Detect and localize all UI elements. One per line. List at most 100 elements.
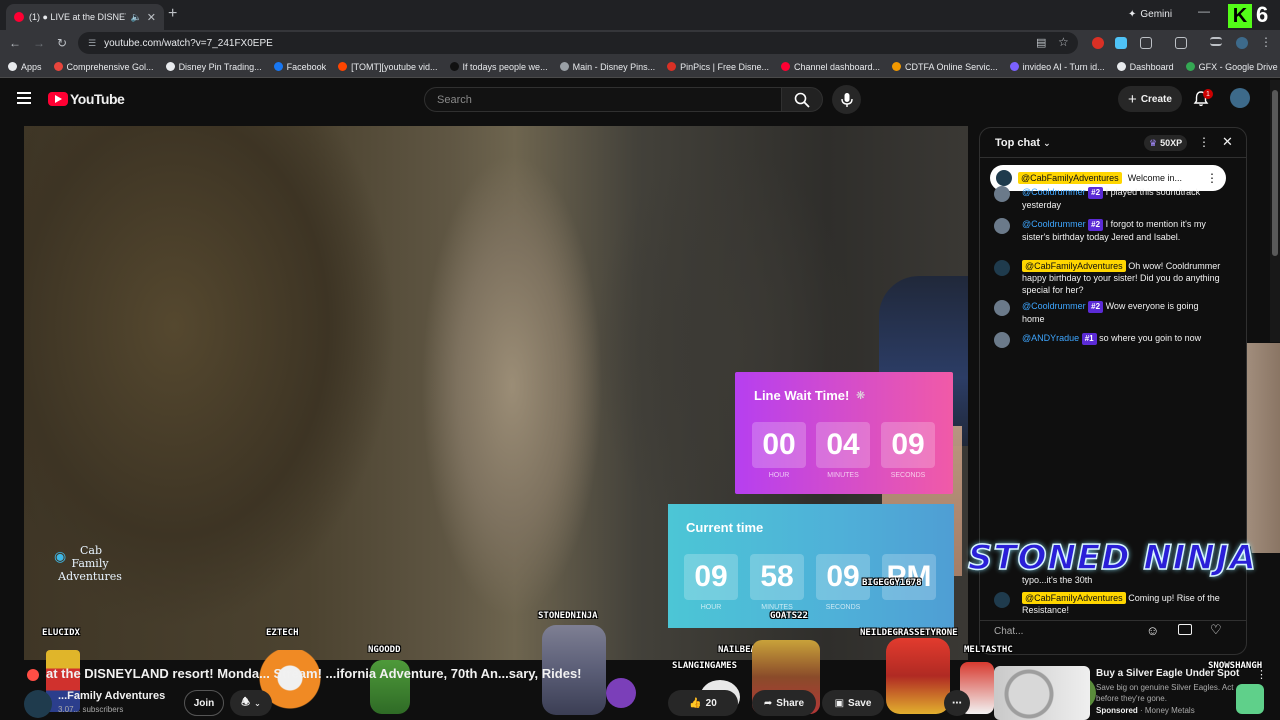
account-avatar[interactable] xyxy=(1230,88,1250,108)
voice-search-button[interactable] xyxy=(832,85,861,114)
bookmark-item[interactable]: Dashboard xyxy=(1116,62,1174,72)
pinned-handle: @CabFamilyAdventures xyxy=(1018,172,1122,184)
bookmark-favicon-icon xyxy=(1116,62,1126,71)
location-pin-icon: ◉ xyxy=(54,548,67,564)
chat-input[interactable]: Chat... xyxy=(994,626,1144,637)
bookmark-item[interactable]: Channel dashboard... xyxy=(780,62,880,72)
chat-rank-badge: #2 xyxy=(1088,187,1104,199)
reload-icon[interactable]: ↻ xyxy=(55,36,69,50)
share-button[interactable]: ➦ Share xyxy=(752,690,816,716)
sponsored-ad[interactable]: Buy a Silver Eagle Under Spot Save big o… xyxy=(994,666,1270,720)
browser-tab[interactable]: (1) ● LIVE at the DISNEYLAND 🔈 ✕ xyxy=(6,4,164,30)
install-app-icon[interactable]: ▤ xyxy=(1036,36,1046,49)
bookmark-item[interactable]: Comprehensive Gol... xyxy=(53,61,154,72)
create-button[interactable]: + Create xyxy=(1118,86,1182,112)
video-player[interactable]: Line Wait Time! ❋ 00 04 09 HOUR MINUTES … xyxy=(24,126,968,660)
menu-icon[interactable] xyxy=(17,92,31,104)
more-icon: ⋯ xyxy=(952,697,962,709)
stoned-ninja-banner: STONED NINJA xyxy=(967,537,1257,579)
ad-coin-image xyxy=(994,666,1090,720)
bookmark-item[interactable]: If todays people we... xyxy=(449,61,548,72)
back-icon[interactable]: ← xyxy=(8,36,22,50)
bookmark-item[interactable]: Main - Disney Pins... xyxy=(559,62,655,72)
chat-rank-badge: #1 xyxy=(1081,333,1097,345)
chat-text: so where you goin to now xyxy=(1099,333,1202,343)
overlay-username: BIGEGGY1678 xyxy=(862,578,922,588)
bookmark-label: invideo AI - Turn id... xyxy=(1022,61,1105,72)
bookmark-label: Disney Pin Trading... xyxy=(178,61,262,72)
profile-icon[interactable] xyxy=(1236,37,1248,49)
forward-icon[interactable]: → xyxy=(32,36,46,50)
address-bar[interactable]: ☰ youtube.com/watch?v=7_241FX0EPE xyxy=(78,32,1078,54)
chat-handle[interactable]: @Cooldrummer xyxy=(1022,187,1086,197)
browser-tab-bar: (1) ● LIVE at the DISNEYLAND 🔈 ✕ + ✦ Gem… xyxy=(0,0,1280,30)
ad-menu-icon[interactable]: ⋮ xyxy=(1256,668,1267,681)
close-chat-icon[interactable]: ✕ xyxy=(1222,134,1233,150)
join-button[interactable]: Join xyxy=(184,690,224,716)
channel-name[interactable]: ...Family Adventures xyxy=(58,690,165,702)
overlay-username: NEILDEGRASSETYRONE xyxy=(860,628,958,638)
crown-icon: ♛ xyxy=(1149,137,1158,148)
extension-red-icon[interactable] xyxy=(1092,37,1104,49)
like-button[interactable]: 👍 20 xyxy=(668,690,738,716)
bookmark-label: Comprehensive Gol... xyxy=(66,61,154,72)
search-input[interactable]: Search xyxy=(424,87,782,112)
close-tab-icon[interactable]: ✕ xyxy=(147,11,156,24)
more-actions-button[interactable]: ⋯ xyxy=(944,690,970,716)
channel-avatar[interactable] xyxy=(24,690,52,718)
bookmark-label: If todays people we... xyxy=(462,61,548,72)
overlay-username: STONEDNINJA xyxy=(538,611,598,621)
ad-title: Buy a Silver Eagle Under Spot xyxy=(1096,668,1240,679)
super-chat-icon[interactable] xyxy=(1178,624,1192,635)
minimize-icon[interactable]: — xyxy=(1198,4,1210,18)
video-title: at the DISNEYLAND resort! Monda... Strea… xyxy=(46,666,582,681)
heart-icon[interactable]: ♡ xyxy=(1210,622,1222,638)
current-seconds: 09 xyxy=(816,554,870,600)
xp-badge[interactable]: ♛ 50XP xyxy=(1144,135,1188,151)
bookmark-item[interactable]: PinPics | Free Disne... xyxy=(667,62,769,72)
kick-logo-icon: K xyxy=(1228,4,1252,28)
site-info-icon[interactable]: ☰ xyxy=(88,38,96,49)
youtube-logo-icon[interactable] xyxy=(48,92,68,106)
chat-mode-selector[interactable]: Top chat ⌄ xyxy=(995,137,1051,149)
share-label: Share xyxy=(776,697,805,709)
search-button[interactable] xyxy=(781,87,823,112)
chat-handle[interactable]: @Cooldrummer xyxy=(1022,219,1086,229)
notification-count-badge: 1 xyxy=(1203,89,1213,99)
bookmark-icon: ▣ xyxy=(834,697,845,709)
bookmark-star-icon[interactable]: ☆ xyxy=(1058,35,1069,49)
wait-seconds: 09 xyxy=(881,422,935,468)
speaker-icon[interactable]: 🔈 xyxy=(131,12,142,23)
bookmark-item[interactable]: [TOMT][youtube vid... xyxy=(338,62,438,72)
chat-handle[interactable]: @CabFamilyAdventures xyxy=(1022,260,1126,272)
bookmark-favicon-icon xyxy=(273,62,283,71)
youtube-wordmark[interactable]: YouTube xyxy=(70,91,125,107)
side-panel-icon[interactable] xyxy=(1175,37,1187,49)
tab-search-icon[interactable] xyxy=(1210,37,1222,46)
bookmark-item[interactable]: GFX - Google Drive xyxy=(1185,62,1278,72)
plus-icon: + xyxy=(1128,90,1137,108)
wait-minutes-label: MINUTES xyxy=(827,472,859,479)
bookmark-item[interactable]: invideo AI - Turn id... xyxy=(1009,61,1105,72)
chat-handle[interactable]: @Cooldrummer xyxy=(1022,301,1086,311)
bookmark-item[interactable]: Disney Pin Trading... xyxy=(165,61,262,72)
extension-blue-icon[interactable] xyxy=(1115,37,1127,49)
chat-avatar xyxy=(994,186,1010,202)
bookmark-item[interactable]: Facebook xyxy=(273,62,326,72)
save-button[interactable]: ▣ Save xyxy=(822,690,884,716)
gemini-button[interactable]: ✦ Gemini xyxy=(1120,5,1180,23)
subscription-bell-button[interactable]: 🕭 ⌄ xyxy=(230,690,272,716)
pinned-more-icon[interactable]: ⋮ xyxy=(1206,171,1218,185)
bookmark-item[interactable]: CDTFA Online Servic... xyxy=(892,62,998,72)
browser-menu-icon[interactable]: ⋮ xyxy=(1260,35,1272,49)
emoji-icon[interactable]: ☺ xyxy=(1146,623,1159,638)
page-scrollbar-thumb[interactable] xyxy=(1272,90,1278,256)
extensions-puzzle-icon[interactable] xyxy=(1140,37,1152,49)
new-tab-button[interactable]: + xyxy=(168,5,177,23)
chat-more-icon[interactable]: ⋮ xyxy=(1198,135,1210,149)
xp-value: 50XP xyxy=(1160,138,1183,148)
overlay-username: ELUCIDX xyxy=(42,628,80,638)
chat-handle[interactable]: @ANDYradue xyxy=(1022,333,1079,343)
save-label: Save xyxy=(848,697,872,709)
bookmark-item[interactable]: Apps xyxy=(8,62,42,72)
